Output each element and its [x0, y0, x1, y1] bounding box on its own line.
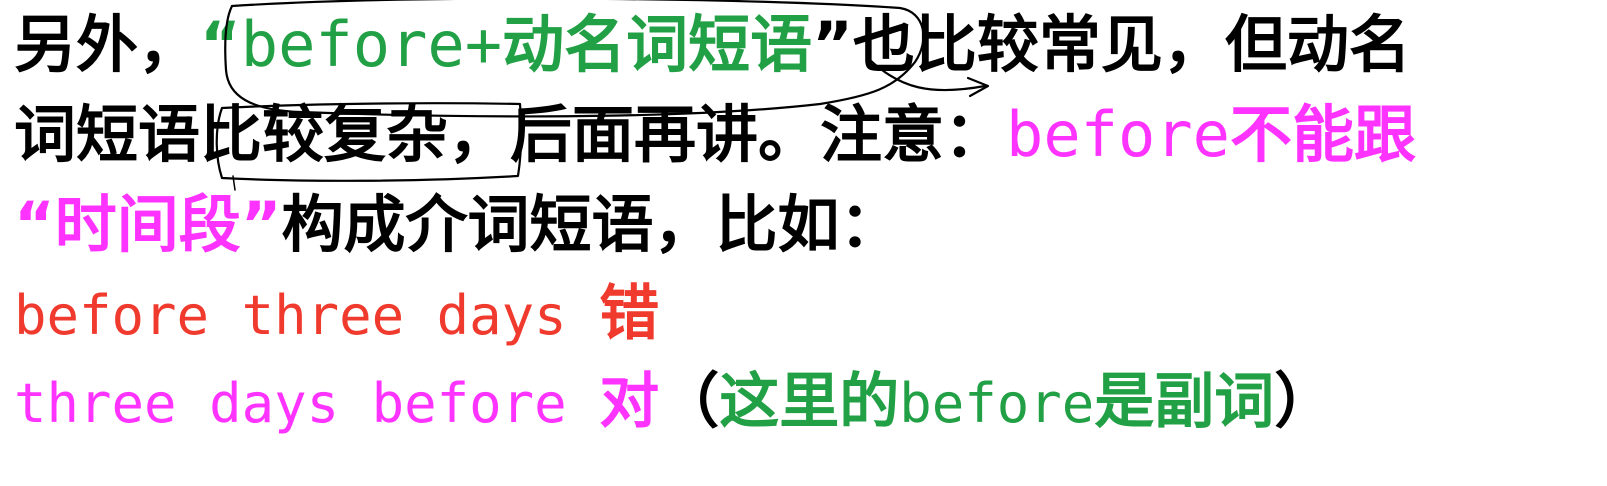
line-5-correct-example: three days before 对（这里的before是副词） [14, 372, 1334, 432]
line1-suffix: 也比较常见，但动名 [852, 8, 1411, 81]
line4-verdict: 错 [599, 279, 660, 349]
line4-example: before three days [14, 284, 600, 347]
line1-quote-close: ” [812, 8, 853, 81]
line1-quote-open: “ [200, 8, 241, 81]
line5-paren-open: （ [659, 367, 720, 437]
line5-verdict: 对 [599, 367, 660, 437]
line2-note-cn: 不能跟 [1229, 98, 1416, 171]
document-page: 另外，“before+动名词短语”也比较常见，但动名 词短语比较复杂，后面再讲。… [0, 0, 1607, 486]
line1-quoted-cn: 动名词短语 [502, 8, 813, 81]
line3-quoted: “时间段” [14, 188, 282, 261]
line5-note-cn1: 这里的 [719, 367, 900, 437]
line2-prefix: 词短语比较复杂，后面再讲。注意： [14, 98, 1007, 171]
line-2: 词短语比较复杂，后面再讲。注意：before不能跟 [14, 104, 1416, 166]
line5-note-cn2: 是副词 [1094, 367, 1275, 437]
line-4-wrong-example: before three days 错 [14, 284, 659, 344]
line5-paren-close: ） [1274, 367, 1335, 437]
line-1: 另外，“before+动名词短语”也比较常见，但动名 [14, 14, 1411, 76]
line-3: “时间段”构成介词短语，比如： [14, 194, 902, 256]
line1-prefix: 另外， [14, 8, 201, 81]
line2-note-en: before [1006, 98, 1230, 171]
line5-note-en: before [899, 372, 1095, 435]
line1-quoted-en: before+ [240, 8, 503, 81]
line5-example: three days before [14, 372, 600, 435]
line3-suffix: 构成介词短语，比如： [281, 188, 902, 261]
